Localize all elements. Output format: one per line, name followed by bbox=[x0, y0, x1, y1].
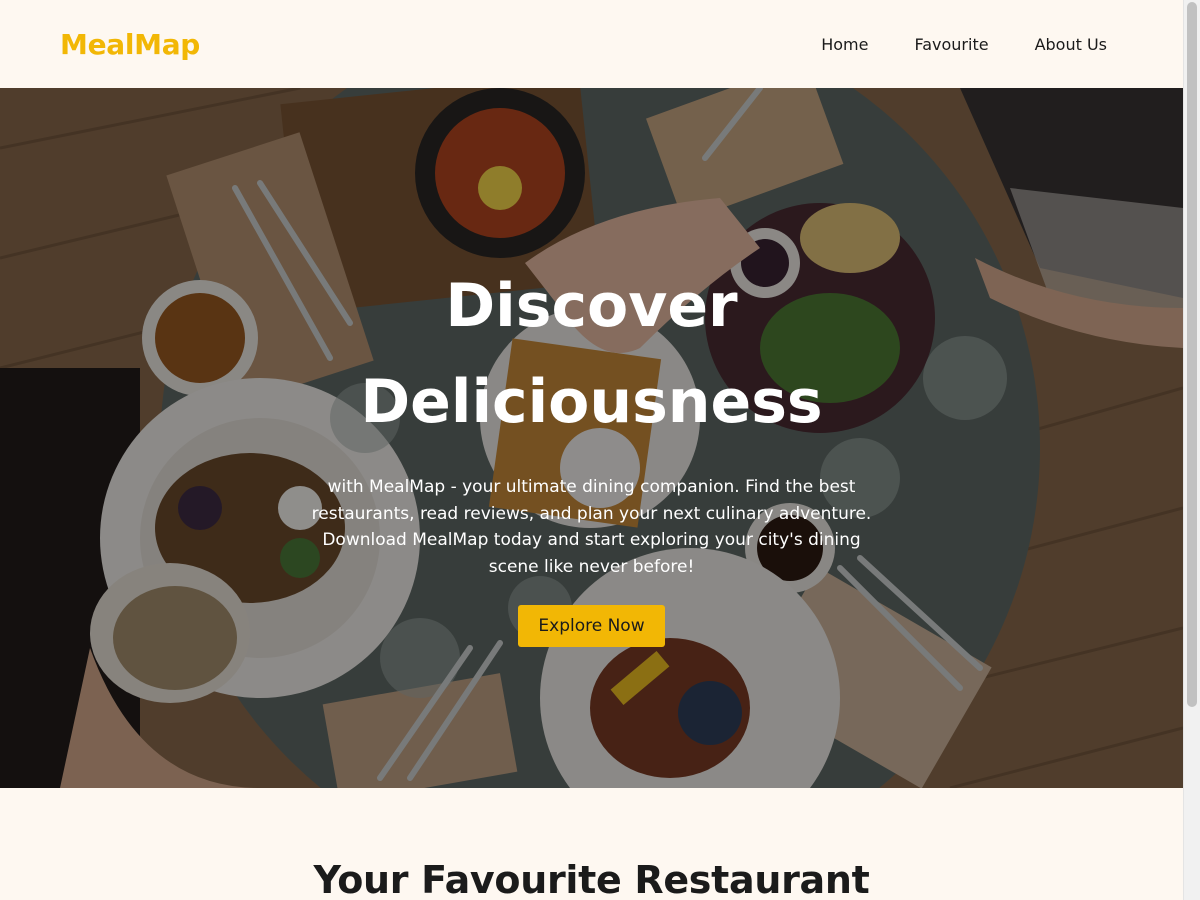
explore-now-button[interactable]: Explore Now bbox=[518, 605, 665, 647]
nav-about-us[interactable]: About Us bbox=[1035, 35, 1107, 54]
hero-content: Discover Deliciousness with MealMap - yo… bbox=[0, 258, 1183, 647]
main-nav: Home Favourite About Us bbox=[821, 35, 1123, 54]
hero-title-line-1: Discover bbox=[445, 271, 738, 341]
favourites-section-title: Your Favourite Restaurant bbox=[313, 858, 870, 900]
hero-title-line-2: Deliciousness bbox=[360, 367, 823, 437]
hero-title: Discover Deliciousness bbox=[0, 258, 1183, 450]
page: MealMap Home Favourite About Us Discover… bbox=[0, 0, 1200, 900]
nav-home[interactable]: Home bbox=[821, 35, 868, 54]
hero-description: with MealMap - your ultimate dining comp… bbox=[311, 477, 872, 577]
nav-favourite[interactable]: Favourite bbox=[914, 35, 988, 54]
vertical-scrollbar[interactable] bbox=[1183, 0, 1200, 900]
scrollbar-thumb[interactable] bbox=[1187, 2, 1197, 707]
site-header: MealMap Home Favourite About Us bbox=[0, 0, 1183, 88]
hero-section: Discover Deliciousness with MealMap - yo… bbox=[0, 88, 1183, 788]
logo[interactable]: MealMap bbox=[60, 28, 200, 61]
